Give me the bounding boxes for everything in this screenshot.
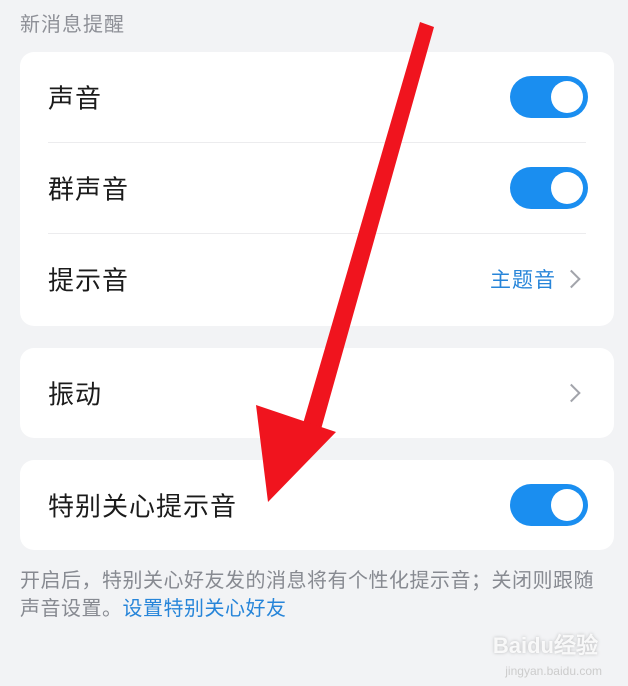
vibrate-card: 振动 [20,348,614,438]
group-sound-label: 群声音 [48,175,130,206]
toggle-knob [551,489,583,521]
baidu-watermark-logo: Baidu经验 [492,633,598,658]
special-care-card: 特别关心提示音 [20,460,614,550]
group-sound-toggle[interactable] [510,167,588,209]
toggle-knob [551,81,583,113]
section-title: 新消息提醒 [20,12,125,36]
group-sound-row[interactable]: 群声音 [20,143,614,233]
notification-tone-value: 主题音 [490,268,556,292]
set-special-care-friends-link[interactable]: 设置特别关心好友 [123,596,287,620]
sound-row[interactable]: 声音 [20,52,614,142]
notification-tone-row[interactable]: 提示音 主题音 [20,234,614,324]
sound-label: 声音 [48,84,103,115]
special-care-tone-label: 特别关心提示音 [48,492,238,523]
toggle-knob [551,172,583,204]
notification-tone-label: 提示音 [48,266,130,297]
baidu-watermark-url: jingyan.baidu.com [505,664,602,678]
sound-toggle[interactable] [510,76,588,118]
special-care-tone-row[interactable]: 特别关心提示音 [20,460,614,550]
vibrate-label: 振动 [48,380,103,411]
vibrate-row[interactable]: 振动 [20,348,614,438]
description-text: 开启后，特别关心好友发的消息将有个性化提示音；关闭则跟随声音设置。 [20,568,594,620]
special-care-description: 开启后，特别关心好友发的消息将有个性化提示音；关闭则跟随声音设置。设置特别关心好… [20,566,610,622]
chevron-right-icon [562,383,581,403]
special-care-tone-toggle[interactable] [510,484,588,526]
notification-settings-card: 声音 群声音 提示音 主题音 [20,52,614,326]
chevron-right-icon [562,269,581,289]
